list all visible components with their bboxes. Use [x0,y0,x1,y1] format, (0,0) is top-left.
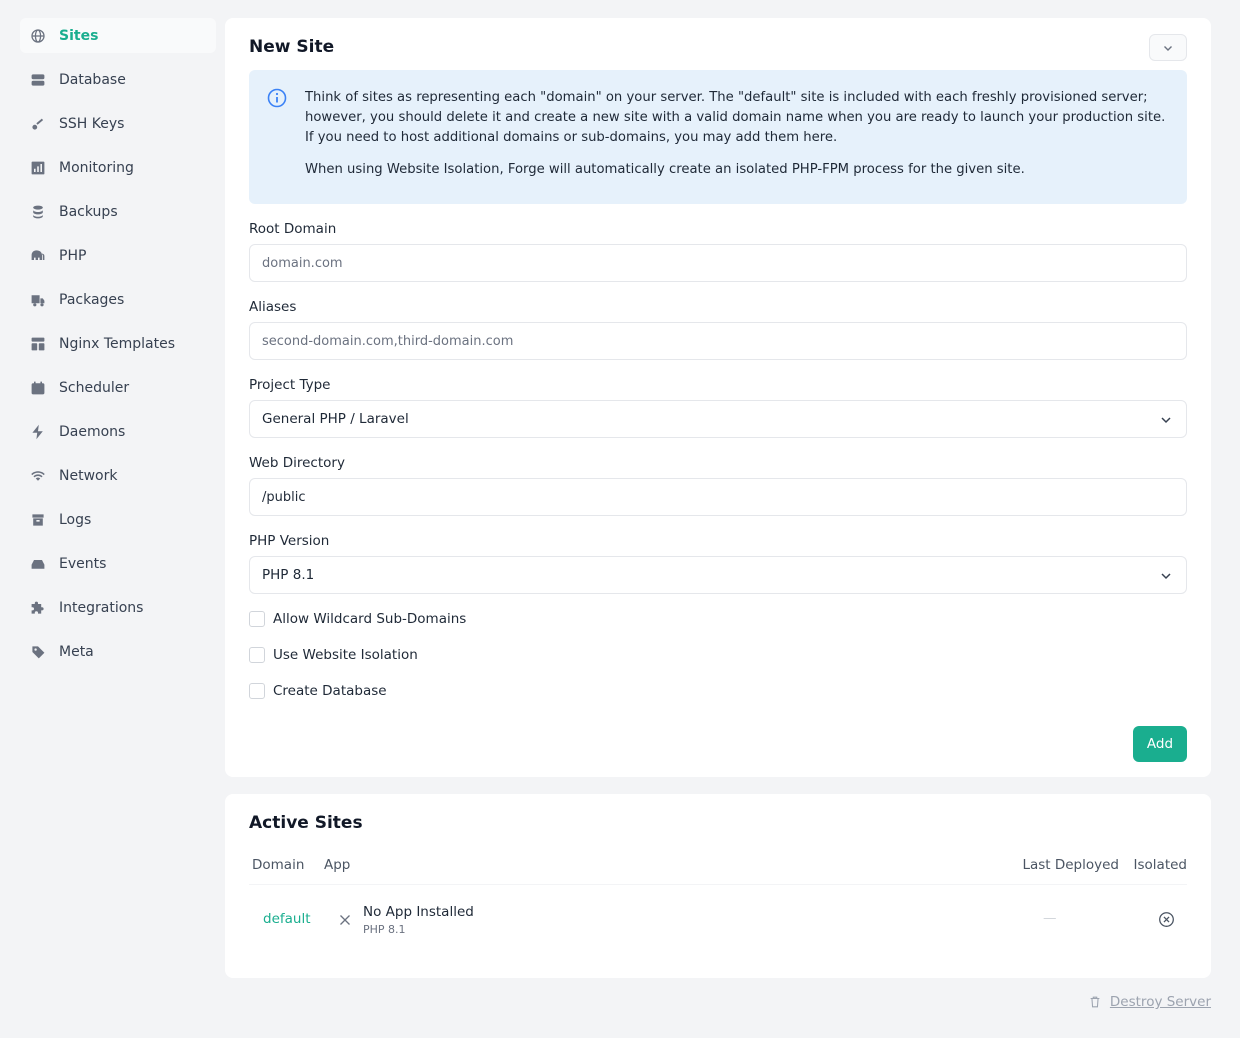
truck-icon [29,291,47,309]
template-icon [29,335,47,353]
checkbox-label: Allow Wildcard Sub-Domains [273,611,467,627]
x-circle-icon [1159,912,1174,927]
sidebar-item-nginx-templates[interactable]: Nginx Templates [20,326,216,361]
checkbox-label: Create Database [273,683,387,699]
sidebar-item-label: Logs [59,511,92,528]
project-type-select[interactable]: General PHP / Laravel [249,400,1187,438]
globe-icon [29,27,47,45]
info-icon [267,88,287,108]
column-header-isolated: Isolated [1133,857,1187,873]
backup-icon [29,203,47,221]
new-site-card: New Site Think of sites as representing … [225,18,1211,777]
chevron-down-icon [1161,417,1171,424]
web-directory-field[interactable] [249,478,1187,516]
elephant-icon [29,247,47,265]
root-domain-input[interactable] [262,255,1174,271]
trash-icon [1090,996,1100,1008]
chevron-down-icon [1161,573,1171,580]
wildcard-checkbox-row[interactable]: Allow Wildcard Sub-Domains [249,611,466,627]
sidebar-item-php[interactable]: PHP [20,238,216,273]
php-version-label: PHP Version [249,533,330,549]
info-text-paragraph: When using Website Isolation, Forge will… [305,162,1025,177]
app-name: No App Installed [363,904,474,920]
sidebar-item-label: Sites [59,27,99,44]
web-directory-label: Web Directory [249,455,345,471]
sidebar-item-scheduler[interactable]: Scheduler [20,370,216,405]
sidebar-item-backups[interactable]: Backups [20,194,216,229]
sidebar-item-network[interactable]: Network [20,458,216,493]
sidebar-item-integrations[interactable]: Integrations [20,590,216,625]
active-sites-title: Active Sites [249,813,363,833]
sidebar-item-label: Daemons [59,423,126,440]
php-version-text: PHP 8.1 [363,923,406,936]
create-database-checkbox[interactable] [249,683,265,699]
sidebar-item-label: SSH Keys [59,115,125,132]
sidebar-item-label: Network [59,467,118,484]
sidebar-item-label: Database [59,71,126,88]
root-domain-label: Root Domain [249,221,337,237]
sidebar-item-label: Integrations [59,599,144,616]
aliases-input[interactable] [262,333,1174,349]
info-text-paragraph: Think of sites as representing each "dom… [305,90,1166,145]
add-button[interactable]: Add [1133,726,1187,762]
site-domain-link[interactable]: default [263,911,311,927]
sidebar-item-logs[interactable]: Logs [20,502,216,537]
root-domain-field[interactable] [249,244,1187,282]
project-type-value: General PHP / Laravel [262,411,409,427]
sidebar-item-label: Nginx Templates [59,335,176,352]
sidebar-item-label: Scheduler [59,379,130,396]
wildcard-checkbox[interactable] [249,611,265,627]
destroy-server-label: Destroy Server [1109,994,1211,1010]
puzzle-icon [29,599,47,617]
active-sites-card: Active Sites Domain App Last Deployed Is… [225,794,1211,978]
column-header-last-deployed: Last Deployed [1022,857,1119,873]
sidebar-item-meta[interactable]: Meta [20,634,216,669]
sidebar-item-label: Packages [59,291,125,308]
new-site-title: New Site [249,37,335,57]
sidebar-item-label: Monitoring [59,159,134,176]
column-header-app: App [324,857,351,873]
checkbox-label: Use Website Isolation [273,647,418,663]
last-deployed-value: — [1043,910,1057,926]
web-directory-input[interactable] [262,489,1174,505]
column-header-domain: Domain [252,857,305,873]
database-icon [29,71,47,89]
sidebar-item-label: PHP [59,247,87,264]
inbox-icon [29,555,47,573]
sidebar-item-monitoring[interactable]: Monitoring [20,150,216,185]
destroy-server-link[interactable]: Destroy Server [1088,994,1211,1010]
chart-icon [29,159,47,177]
sidebar-item-database[interactable]: Database [20,62,216,97]
sidebar-item-label: Backups [59,203,118,220]
archive-icon [29,511,47,529]
sidebar-nav: Sites Database SSH Keys Monitoring Backu… [20,18,216,678]
wifi-icon [29,467,47,485]
sidebar-item-packages[interactable]: Packages [20,282,216,317]
project-type-label: Project Type [249,377,331,393]
isolation-checkbox-row[interactable]: Use Website Isolation [249,647,418,663]
table-divider [249,884,1187,885]
php-version-value: PHP 8.1 [262,567,315,583]
aliases-label: Aliases [249,299,297,315]
calendar-icon [29,379,47,397]
bolt-icon [29,423,47,441]
sidebar-item-sites[interactable]: Sites [20,18,216,53]
sidebar-item-daemons[interactable]: Daemons [20,414,216,449]
sidebar-item-ssh-keys[interactable]: SSH Keys [20,106,216,141]
key-icon [29,115,47,133]
sidebar-item-label: Meta [59,643,94,660]
tag-icon [29,643,47,661]
sidebar-item-events[interactable]: Events [20,546,216,581]
aliases-field[interactable] [249,322,1187,360]
info-box: Think of sites as representing each "dom… [249,70,1187,204]
chevron-down-icon [1164,45,1172,51]
php-version-select[interactable]: PHP 8.1 [249,556,1187,594]
isolation-checkbox[interactable] [249,647,265,663]
collapse-button[interactable] [1149,34,1187,61]
sidebar-item-label: Events [59,555,107,572]
close-icon [340,915,350,925]
create-database-checkbox-row[interactable]: Create Database [249,683,387,699]
